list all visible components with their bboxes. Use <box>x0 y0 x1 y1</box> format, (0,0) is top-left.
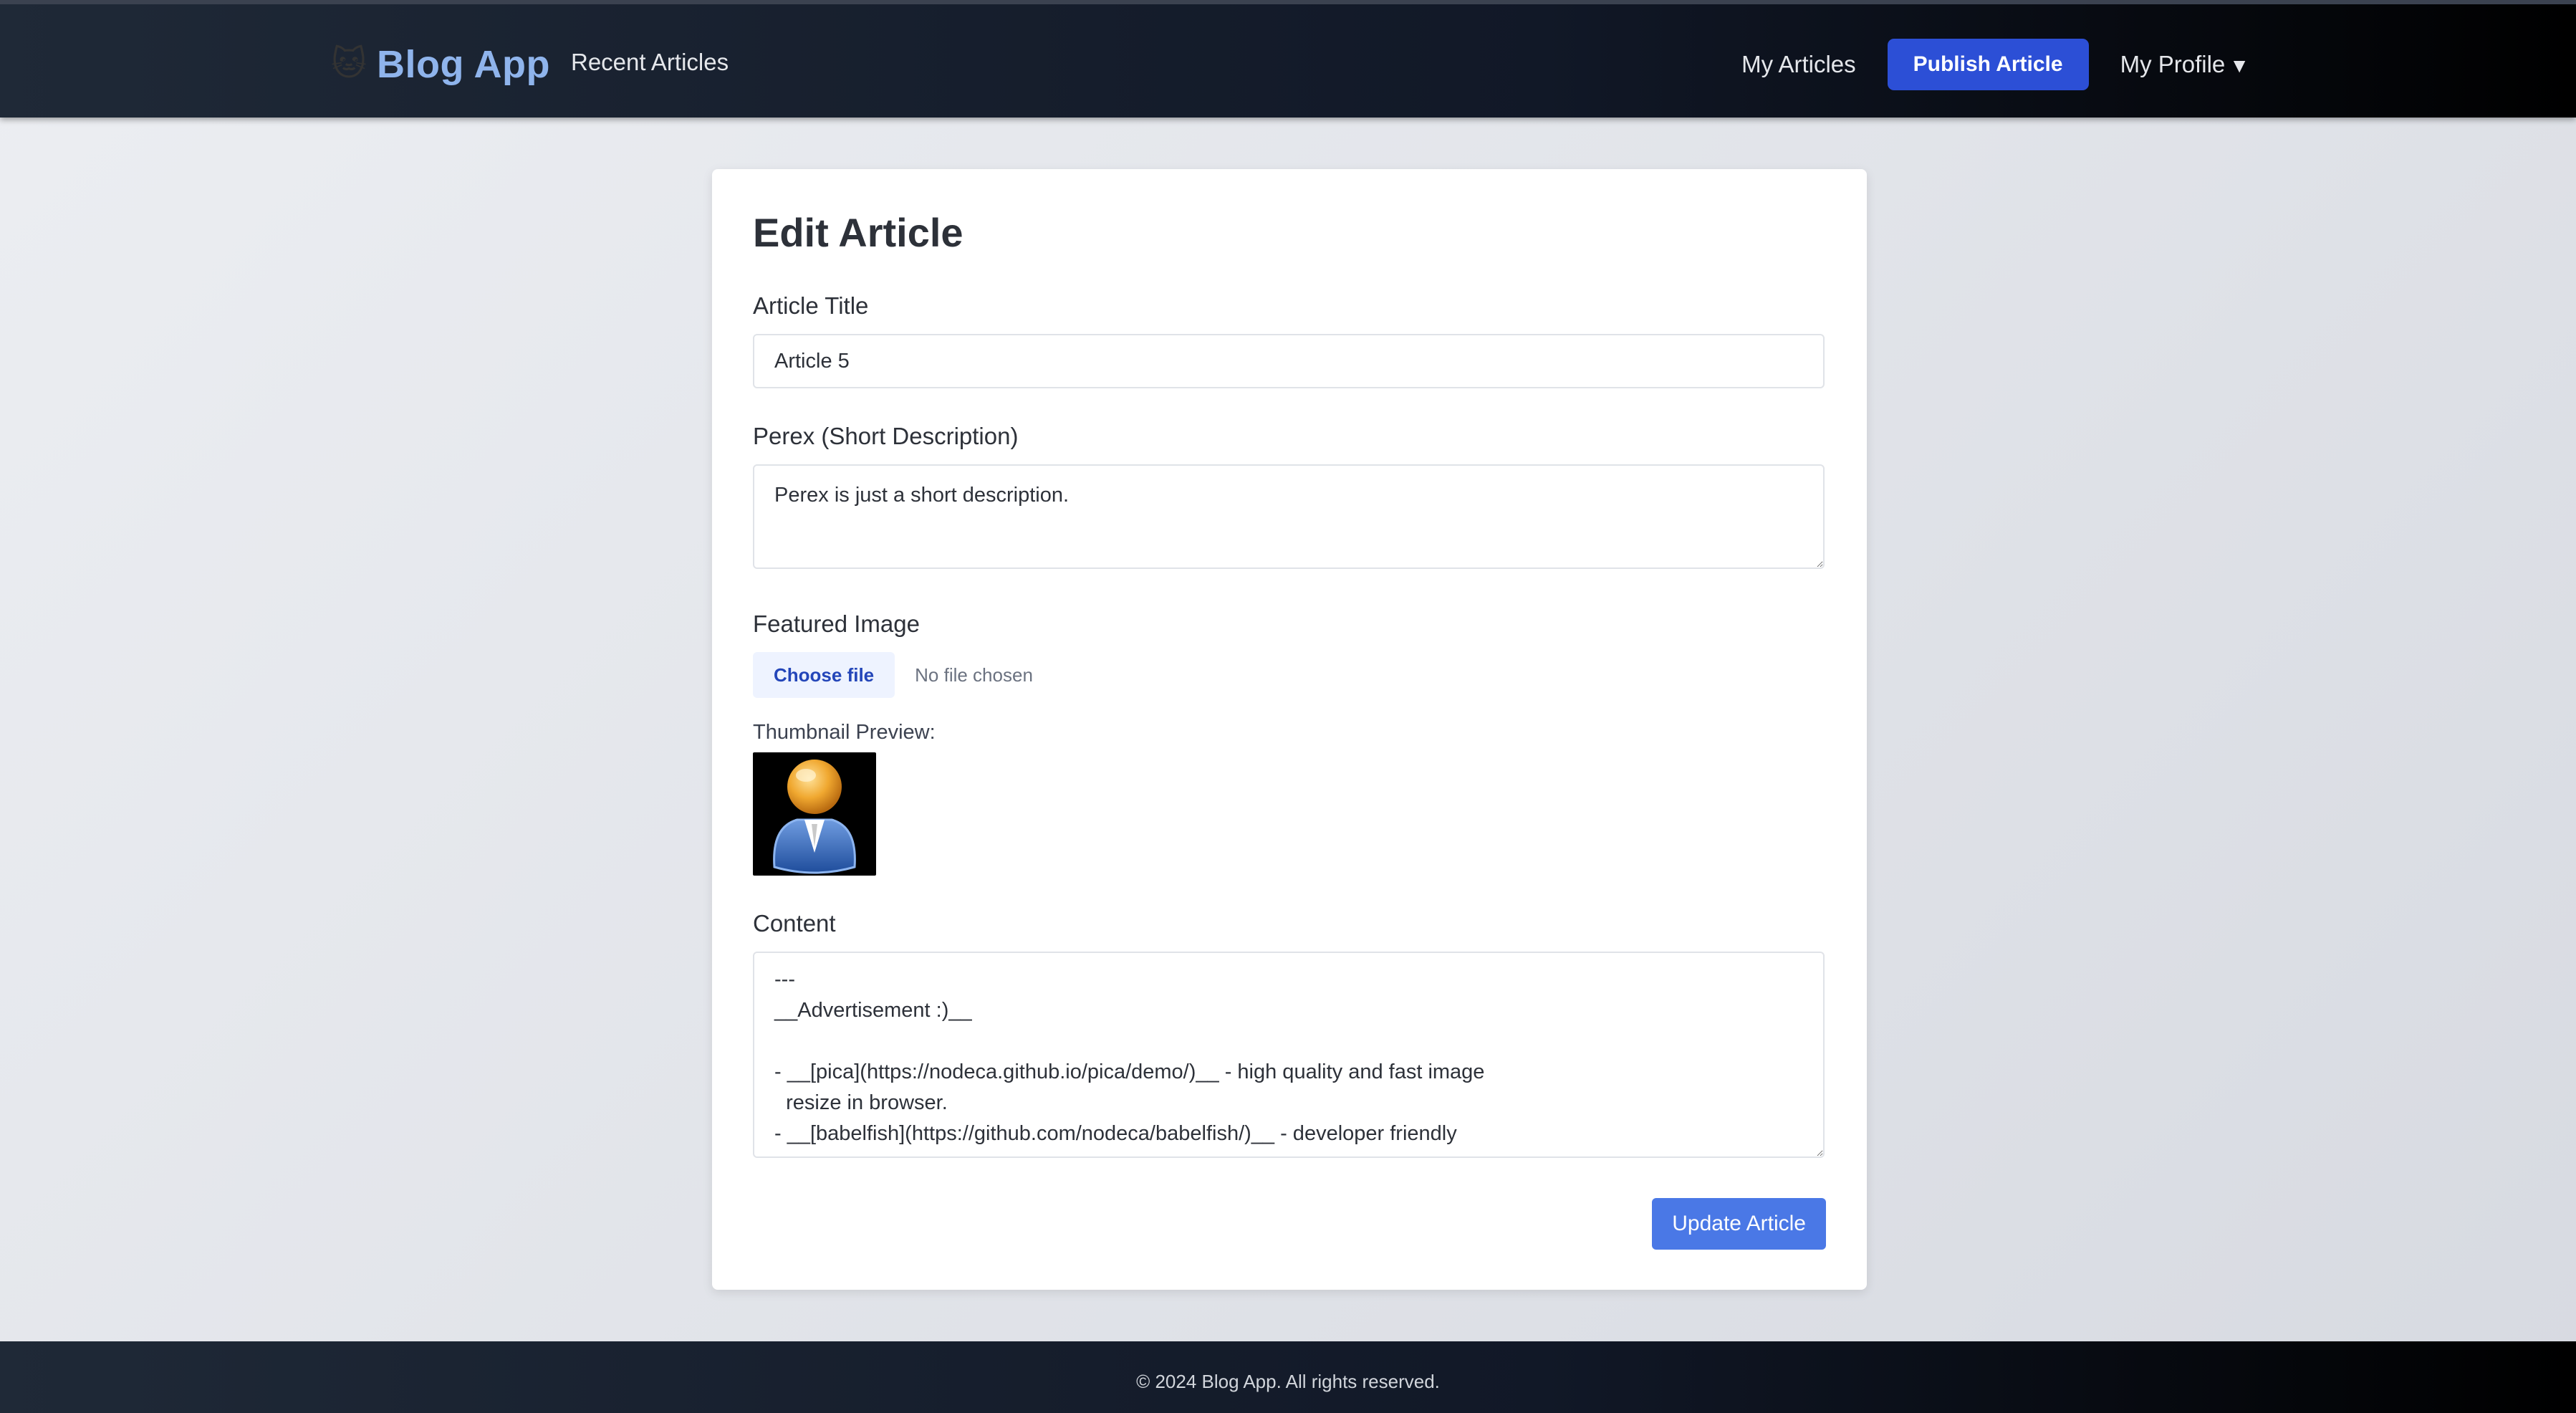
footer-copyright: © 2024 Blog App. All rights reserved. <box>1136 1370 1440 1392</box>
caret-down-icon: ▼ <box>2229 54 2249 77</box>
choose-file-button[interactable]: Choose file <box>753 652 895 698</box>
nav-recent-articles[interactable]: Recent Articles <box>571 49 729 76</box>
user-avatar-icon <box>773 760 856 874</box>
nav-my-articles[interactable]: My Articles <box>1741 51 1856 78</box>
page-title: Edit Article <box>753 210 963 255</box>
file-input[interactable]: Choose file No file chosen <box>753 652 1033 698</box>
publish-article-button[interactable]: Publish Article <box>1887 39 2089 90</box>
content-label: Content <box>753 910 836 937</box>
file-status-text: No file chosen <box>915 664 1033 686</box>
perex-label: Perex (Short Description) <box>753 423 1019 449</box>
article-title-label: Article Title <box>753 292 869 319</box>
article-title-input[interactable] <box>753 334 1825 388</box>
cat-logo-icon: 🐱 <box>331 45 367 83</box>
brand-name: Blog App <box>377 43 550 86</box>
nav-right: My Articles Publish Article My Profile ▼ <box>1741 39 2249 90</box>
my-profile-dropdown[interactable]: My Profile ▼ <box>2120 51 2249 78</box>
brand-logo-link[interactable]: 🐱 Blog App <box>331 39 550 90</box>
top-navbar: 🐱 Blog App Recent Articles My Articles P… <box>0 0 2576 118</box>
thumbnail-preview-image <box>753 752 876 876</box>
thumbnail-preview-label: Thumbnail Preview: <box>753 721 936 744</box>
perex-textarea[interactable]: Perex is just a short description. <box>753 464 1825 569</box>
content-textarea[interactable]: --- __Advertisement :)__ - __[pica](http… <box>753 952 1825 1158</box>
featured-image-label: Featured Image <box>753 610 920 637</box>
edit-article-card: Edit Article Article Title Perex (Short … <box>712 169 1867 1290</box>
update-article-button[interactable]: Update Article <box>1652 1198 1826 1250</box>
my-profile-label: My Profile <box>2120 51 2226 77</box>
footer: © 2024 Blog App. All rights reserved. <box>0 1341 2576 1413</box>
